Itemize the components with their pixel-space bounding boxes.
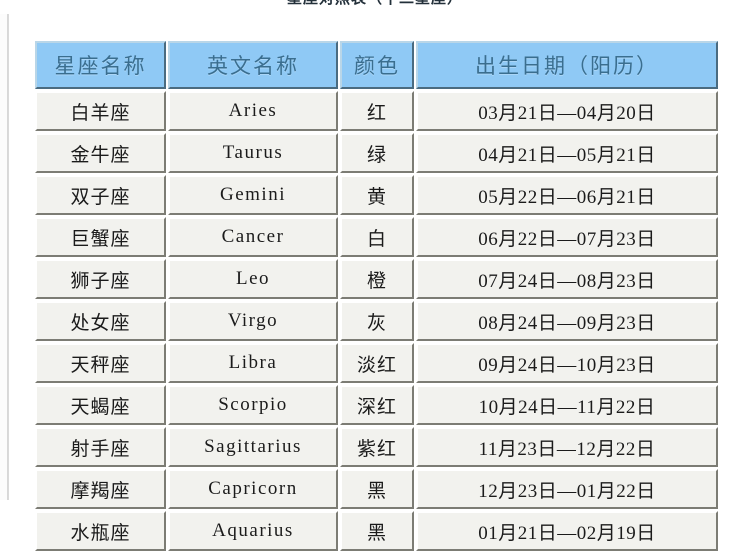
zodiac-table-container: 星座名称 英文名称 颜色 出生日期（阳历） 白羊座 Aries 红 03月21日…: [33, 39, 718, 553]
cell-english-name: Aries: [168, 91, 338, 131]
page-title-text: 星座对照表（十二星座）: [0, 0, 750, 8]
cell-english-name: Capricorn: [168, 469, 338, 509]
cell-english-name: Leo: [168, 259, 338, 299]
table-row: 双子座 Gemini 黄 05月22日—06月21日: [35, 175, 718, 215]
table-row: 射手座 Sagittarius 紫红 11月23日—12月22日: [35, 427, 718, 467]
cell-chinese-name: 狮子座: [35, 259, 166, 299]
cell-english-name: Gemini: [168, 175, 338, 215]
cell-date-range: 08月24日—09月23日: [416, 301, 718, 341]
cell-chinese-name: 水瓶座: [35, 511, 166, 551]
table-row: 水瓶座 Aquarius 黑 01月21日—02月19日: [35, 511, 718, 551]
cell-color: 灰: [340, 301, 414, 341]
cell-color: 红: [340, 91, 414, 131]
cell-color: 黄: [340, 175, 414, 215]
table-body: 白羊座 Aries 红 03月21日—04月20日 金牛座 Taurus 绿 0…: [35, 91, 718, 551]
cell-color: 黑: [340, 469, 414, 509]
cell-date-range: 06月22日—07月23日: [416, 217, 718, 257]
cell-chinese-name: 天秤座: [35, 343, 166, 383]
cell-date-range: 05月22日—06月21日: [416, 175, 718, 215]
cell-english-name: Sagittarius: [168, 427, 338, 467]
column-header-chinese-name: 星座名称: [35, 41, 166, 89]
table-header-row: 星座名称 英文名称 颜色 出生日期（阳历）: [35, 41, 718, 89]
cell-color: 淡红: [340, 343, 414, 383]
table-row: 处女座 Virgo 灰 08月24日—09月23日: [35, 301, 718, 341]
table-row: 摩羯座 Capricorn 黑 12月23日—01月22日: [35, 469, 718, 509]
cell-color: 深红: [340, 385, 414, 425]
page-margin-strip: [0, 0, 7, 500]
cell-chinese-name: 巨蟹座: [35, 217, 166, 257]
table-row: 巨蟹座 Cancer 白 06月22日—07月23日: [35, 217, 718, 257]
cell-chinese-name: 射手座: [35, 427, 166, 467]
cell-english-name: Aquarius: [168, 511, 338, 551]
cell-color: 绿: [340, 133, 414, 173]
column-header-birth-date: 出生日期（阳历）: [416, 41, 718, 89]
cell-date-range: 04月21日—05月21日: [416, 133, 718, 173]
cell-english-name: Libra: [168, 343, 338, 383]
cell-color: 橙: [340, 259, 414, 299]
cell-chinese-name: 金牛座: [35, 133, 166, 173]
clipped-page-title: 星座对照表（十二星座）: [0, 0, 750, 14]
table-row: 天秤座 Libra 淡红 09月24日—10月23日: [35, 343, 718, 383]
cell-chinese-name: 天蝎座: [35, 385, 166, 425]
table-row: 金牛座 Taurus 绿 04月21日—05月21日: [35, 133, 718, 173]
table-row: 天蝎座 Scorpio 深红 10月24日—11月22日: [35, 385, 718, 425]
cell-chinese-name: 双子座: [35, 175, 166, 215]
cell-date-range: 11月23日—12月22日: [416, 427, 718, 467]
cell-chinese-name: 白羊座: [35, 91, 166, 131]
column-header-english-name: 英文名称: [168, 41, 338, 89]
column-header-color: 颜色: [340, 41, 414, 89]
cell-chinese-name: 摩羯座: [35, 469, 166, 509]
table-row: 狮子座 Leo 橙 07月24日—08月23日: [35, 259, 718, 299]
cell-english-name: Cancer: [168, 217, 338, 257]
cell-date-range: 09月24日—10月23日: [416, 343, 718, 383]
cell-english-name: Scorpio: [168, 385, 338, 425]
table-header: 星座名称 英文名称 颜色 出生日期（阳历）: [35, 41, 718, 89]
cell-date-range: 01月21日—02月19日: [416, 511, 718, 551]
cell-english-name: Virgo: [168, 301, 338, 341]
cell-color: 白: [340, 217, 414, 257]
cell-english-name: Taurus: [168, 133, 338, 173]
cell-date-range: 10月24日—11月22日: [416, 385, 718, 425]
cell-chinese-name: 处女座: [35, 301, 166, 341]
cell-date-range: 12月23日—01月22日: [416, 469, 718, 509]
page-gutter-line: [7, 0, 9, 500]
cell-date-range: 07月24日—08月23日: [416, 259, 718, 299]
cell-color: 黑: [340, 511, 414, 551]
table-row: 白羊座 Aries 红 03月21日—04月20日: [35, 91, 718, 131]
cell-date-range: 03月21日—04月20日: [416, 91, 718, 131]
cell-color: 紫红: [340, 427, 414, 467]
zodiac-table: 星座名称 英文名称 颜色 出生日期（阳历） 白羊座 Aries 红 03月21日…: [33, 39, 720, 553]
